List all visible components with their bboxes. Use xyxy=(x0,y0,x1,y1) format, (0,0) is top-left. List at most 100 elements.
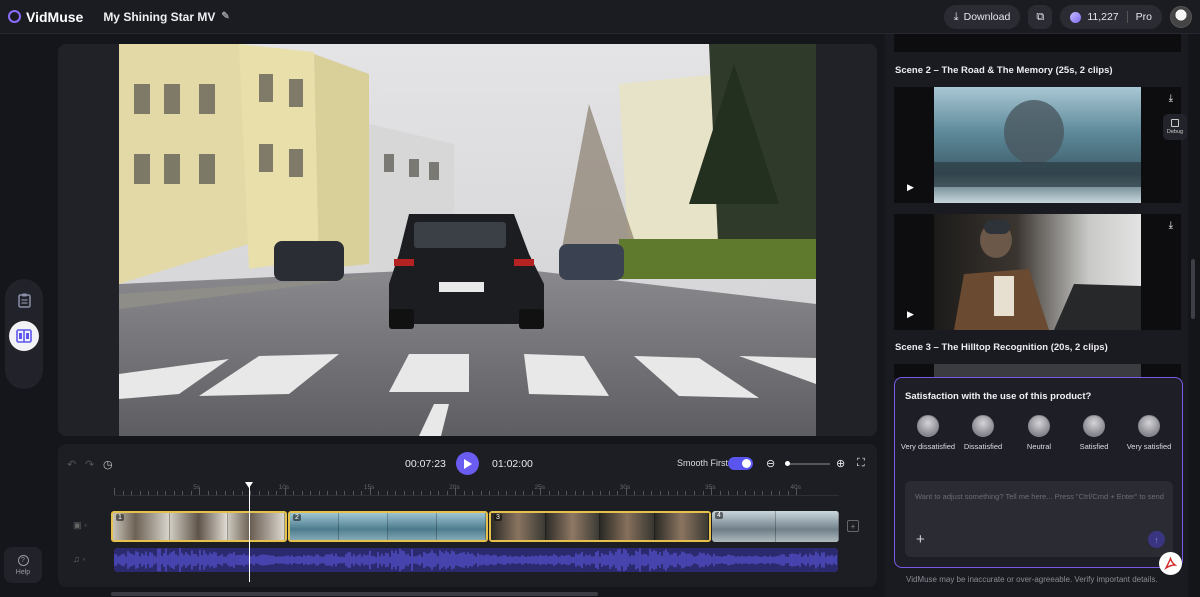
panel-scrollbar[interactable] xyxy=(1188,34,1200,597)
zoom-out-icon[interactable]: ⊖ xyxy=(766,457,775,470)
ruler-tick xyxy=(429,491,431,495)
download-button[interactable]: ⤓ Download xyxy=(943,5,1021,29)
clip-4[interactable]: 4 xyxy=(712,511,839,542)
clip-3[interactable]: 3 xyxy=(489,511,711,542)
ruler-tick xyxy=(574,491,576,495)
redo-icon[interactable]: ↷ xyxy=(85,458,94,471)
rating-label: Very satisfied xyxy=(1126,442,1172,451)
ruler-tick xyxy=(241,491,243,495)
zoom-slider[interactable] xyxy=(785,461,830,466)
ruler-tick xyxy=(327,491,329,495)
chat-input[interactable]: Want to adjust something? Tell me here..… xyxy=(905,481,1173,557)
ruler-tick xyxy=(523,491,525,495)
credits-pill[interactable]: 11,227 Pro xyxy=(1060,5,1162,29)
waveform-path xyxy=(114,548,837,572)
ruler-tick xyxy=(335,491,337,495)
undo-icon[interactable]: ↶ xyxy=(67,458,76,471)
clip-number: 3 xyxy=(494,514,502,521)
time-ruler[interactable]: 5s 10s 15s 20s 25s 30s 35s 40s xyxy=(114,482,839,496)
play-icon xyxy=(464,458,472,469)
very-dissatisfied-face-icon xyxy=(917,415,939,437)
add-clip-button[interactable]: + xyxy=(847,520,859,532)
storyboard-tab-button[interactable] xyxy=(9,321,39,351)
audio-track[interactable] xyxy=(114,548,838,572)
app-logo[interactable]: VidMuse xyxy=(8,9,83,25)
play-button[interactable] xyxy=(456,452,479,475)
clip-number: 4 xyxy=(715,512,723,519)
download-clip-icon[interactable]: ⤓ xyxy=(1169,93,1173,104)
play-clip-icon[interactable]: ▶ xyxy=(907,182,914,193)
scene-3-clip-1[interactable] xyxy=(894,364,1181,378)
video-track-icon: ▣ ◦ xyxy=(73,520,88,530)
scrollbar-thumb[interactable] xyxy=(1191,259,1195,319)
ruler-tick xyxy=(122,491,124,495)
ruler-tick xyxy=(361,491,363,495)
ruler-tick xyxy=(182,491,184,495)
history-icon[interactable]: ◷ xyxy=(103,458,113,471)
fullscreen-icon[interactable]: ⛶ xyxy=(857,457,865,470)
ruler-tick xyxy=(651,491,653,495)
street-scene-image xyxy=(119,44,816,436)
ruler-tick xyxy=(591,491,593,495)
scene-video-partial[interactable] xyxy=(894,34,1181,52)
ruler-tick xyxy=(131,491,133,495)
video-frame[interactable] xyxy=(119,44,816,436)
zoom-in-icon[interactable]: ⊕ xyxy=(836,457,845,470)
survey-question: Satisfaction with the use of this produc… xyxy=(905,391,1092,402)
send-button[interactable]: ↑ xyxy=(1148,531,1165,548)
rating-satisfied[interactable]: Satisfied xyxy=(1066,415,1122,451)
ruler-tick xyxy=(685,491,687,495)
debug-button[interactable]: Debug xyxy=(1163,114,1187,140)
current-time: 00:07:23 xyxy=(405,458,446,470)
ruler-tick xyxy=(165,491,167,495)
ruler-label: 20s xyxy=(449,484,460,491)
ruler-label: 5s xyxy=(193,484,201,491)
pdf-icon[interactable] xyxy=(1159,552,1182,575)
ruler-tick xyxy=(583,491,585,495)
ruler-tick xyxy=(421,491,423,495)
ruler-tick xyxy=(557,491,559,495)
audio-waveform xyxy=(114,548,837,572)
project-title[interactable]: My Shining Star MV ✎ xyxy=(103,10,229,24)
avatar[interactable] xyxy=(1170,6,1192,28)
timeline-panel: ↶ ↷ ◷ 00:07:23 01:02:00 Smooth First ⊖ ⊕… xyxy=(58,444,877,587)
ruler-tick xyxy=(114,488,115,495)
clip-2[interactable]: 2 xyxy=(288,511,488,542)
ruler-tick xyxy=(489,491,491,495)
total-time: 01:02:00 xyxy=(492,458,533,470)
download-clip-icon[interactable]: ⤓ xyxy=(1169,220,1173,231)
video-preview xyxy=(58,44,877,436)
ruler-tick xyxy=(267,491,269,495)
help-button[interactable]: ? Help xyxy=(4,547,42,583)
ruler-label: 30s xyxy=(619,484,631,491)
play-clip-icon[interactable]: ▶ xyxy=(907,309,914,320)
very-satisfied-face-icon xyxy=(1138,415,1160,437)
ruler-tick xyxy=(779,491,781,495)
smooth-first-toggle[interactable] xyxy=(728,457,753,470)
ruler-tick xyxy=(148,491,150,495)
clip-1[interactable]: 1 xyxy=(111,511,287,542)
ruler-tick xyxy=(480,491,482,495)
rating-dissatisfied[interactable]: Dissatisfied xyxy=(955,415,1011,451)
ruler-tick xyxy=(156,491,158,495)
rating-very-dissatisfied[interactable]: Very dissatisfied xyxy=(900,415,956,451)
rating-very-satisfied[interactable]: Very satisfied xyxy=(1121,415,1177,451)
divider xyxy=(1126,11,1128,23)
rating-neutral[interactable]: Neutral xyxy=(1011,415,1067,451)
external-link-icon: ⧉ xyxy=(1036,10,1045,23)
script-tab-button[interactable] xyxy=(9,285,39,315)
ruler-tick xyxy=(446,491,448,495)
attach-plus-icon[interactable]: + xyxy=(916,531,925,548)
ruler-tick xyxy=(233,491,235,495)
scene-2-clip-1[interactable]: ⤓ ▶ xyxy=(894,87,1181,203)
playhead[interactable] xyxy=(245,482,253,582)
ruler-tick xyxy=(259,491,260,495)
ruler-tick xyxy=(566,491,568,495)
edit-pencil-icon[interactable]: ✎ xyxy=(221,11,229,22)
timeline-scrollbar[interactable] xyxy=(111,592,598,596)
zoom-slider-thumb[interactable] xyxy=(785,461,790,466)
download-icon: ⤓ xyxy=(953,10,959,23)
help-icon: ? xyxy=(17,554,29,566)
share-button[interactable]: ⧉ xyxy=(1028,5,1053,29)
scene-2-clip-2[interactable]: ⤓ ▶ xyxy=(894,214,1181,330)
